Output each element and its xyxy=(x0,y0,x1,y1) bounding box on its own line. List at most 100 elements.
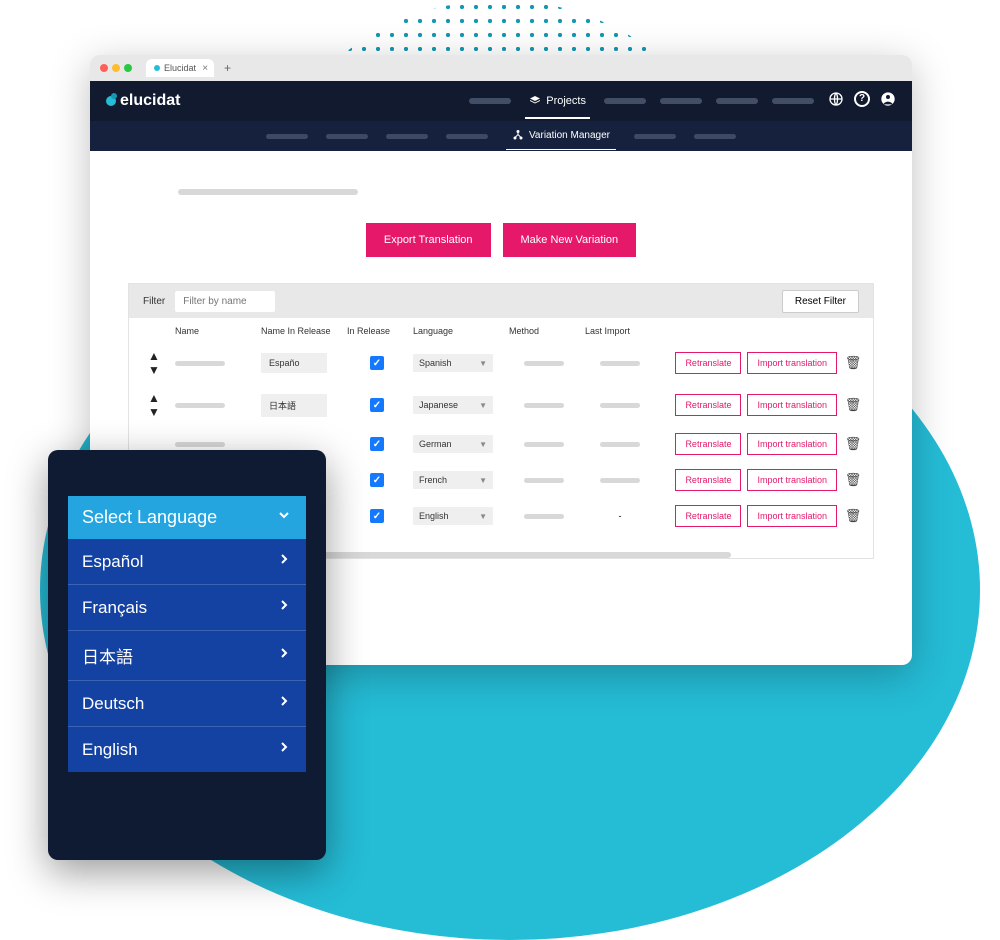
subnav-label: Variation Manager xyxy=(529,130,610,141)
language-option[interactable]: English xyxy=(68,727,306,772)
delete-icon[interactable]: 🗑 xyxy=(843,472,863,488)
chevron-right-icon xyxy=(276,597,292,618)
method-placeholder xyxy=(524,442,564,447)
retranslate-button[interactable]: Retranslate xyxy=(675,394,741,416)
delete-icon[interactable]: 🗑 xyxy=(843,436,863,452)
subnav-item[interactable] xyxy=(386,134,428,139)
nav-projects[interactable]: Projects xyxy=(525,83,590,119)
last-import-placeholder xyxy=(600,478,640,483)
method-placeholder xyxy=(524,403,564,408)
account-icon[interactable] xyxy=(880,91,896,112)
brand-logo[interactable]: elucidat xyxy=(106,92,180,110)
browser-chrome: Elucidat + xyxy=(90,55,912,81)
window-minimize-icon[interactable] xyxy=(112,64,120,72)
col-language: Language xyxy=(413,326,503,336)
export-translation-button[interactable]: Export Translation xyxy=(366,223,491,257)
in-release-checkbox[interactable]: ✓ xyxy=(370,509,384,523)
nav-item[interactable] xyxy=(716,98,758,104)
language-option-label: Español xyxy=(82,552,143,572)
sub-header: Variation Manager xyxy=(90,121,912,151)
import-translation-button[interactable]: Import translation xyxy=(747,469,837,491)
language-option[interactable]: Deutsch xyxy=(68,681,306,727)
sort-handle-icon[interactable]: ▲▼ xyxy=(139,391,169,419)
col-last-import: Last Import xyxy=(585,326,655,336)
nav-item[interactable] xyxy=(604,98,646,104)
help-icon[interactable]: ? xyxy=(854,91,870,107)
language-selector-header[interactable]: Select Language xyxy=(68,496,306,539)
method-placeholder xyxy=(524,478,564,483)
window-close-icon[interactable] xyxy=(100,64,108,72)
name-in-release-value[interactable]: Españo xyxy=(261,353,327,373)
filter-input[interactable] xyxy=(175,291,275,312)
retranslate-button[interactable]: Retranslate xyxy=(675,433,741,455)
in-release-checkbox[interactable]: ✓ xyxy=(370,473,384,487)
retranslate-button[interactable]: Retranslate xyxy=(675,505,741,527)
language-select[interactable]: Spanish▼ xyxy=(413,354,493,372)
table-row: ▲▼ Españo ✓ Spanish▼ Retranslate Import trans… xyxy=(129,342,873,384)
in-release-checkbox[interactable]: ✓ xyxy=(370,356,384,370)
language-select[interactable]: German▼ xyxy=(413,435,493,453)
window-zoom-icon[interactable] xyxy=(124,64,132,72)
sort-handle-icon[interactable]: ▲▼ xyxy=(139,349,169,377)
last-import-placeholder xyxy=(600,442,640,447)
delete-icon[interactable]: 🗑 xyxy=(843,355,863,371)
filter-label: Filter xyxy=(143,296,165,307)
import-translation-button[interactable]: Import translation xyxy=(747,394,837,416)
last-import-placeholder xyxy=(600,361,640,366)
tab-title: Elucidat xyxy=(164,63,196,73)
nav-item[interactable] xyxy=(469,98,511,104)
chevron-right-icon xyxy=(276,645,292,666)
globe-icon[interactable] xyxy=(828,91,844,112)
nav-item[interactable] xyxy=(772,98,814,104)
delete-icon[interactable]: 🗑 xyxy=(843,508,863,524)
import-translation-button[interactable]: Import translation xyxy=(747,505,837,527)
language-option[interactable]: 日本語 xyxy=(68,631,306,681)
import-translation-button[interactable]: Import translation xyxy=(747,352,837,374)
table-row: ▲▼ 日本語 ✓ Japanese▼ Retranslate Import transla… xyxy=(129,384,873,426)
chevron-down-icon: ▼ xyxy=(479,512,487,521)
chevron-down-icon: ▼ xyxy=(479,359,487,368)
method-placeholder xyxy=(524,361,564,366)
language-option[interactable]: Français xyxy=(68,585,306,631)
chevron-right-icon xyxy=(276,693,292,714)
subnav-variation-manager[interactable]: Variation Manager xyxy=(506,123,616,150)
retranslate-button[interactable]: Retranslate xyxy=(675,469,741,491)
chevron-down-icon: ▼ xyxy=(479,476,487,485)
filter-bar: Filter Reset Filter xyxy=(129,284,873,318)
in-release-checkbox[interactable]: ✓ xyxy=(370,398,384,412)
app-header: elucidat Projects ? xyxy=(90,81,912,121)
brand-text: elucidat xyxy=(120,92,180,110)
col-method: Method xyxy=(509,326,579,336)
logo-icon xyxy=(106,96,116,106)
retranslate-button[interactable]: Retranslate xyxy=(675,352,741,374)
browser-tab[interactable]: Elucidat xyxy=(146,59,214,77)
language-selector-label: Select Language xyxy=(82,507,217,528)
subnav-item[interactable] xyxy=(634,134,676,139)
language-option[interactable]: Español xyxy=(68,539,306,585)
language-select[interactable]: English▼ xyxy=(413,507,493,525)
table-header: Name Name In Release In Release Language… xyxy=(129,318,873,342)
nav-item[interactable] xyxy=(660,98,702,104)
favicon-icon xyxy=(154,65,160,71)
chevron-down-icon: ▼ xyxy=(479,401,487,410)
name-in-release-value[interactable]: 日本語 xyxy=(261,394,327,417)
col-in-release: In Release xyxy=(347,326,407,336)
subnav-item[interactable] xyxy=(326,134,368,139)
import-translation-button[interactable]: Import translation xyxy=(747,433,837,455)
subnav-item[interactable] xyxy=(446,134,488,139)
language-option-label: Français xyxy=(82,598,147,618)
name-placeholder xyxy=(175,442,225,447)
delete-icon[interactable]: 🗑 xyxy=(843,397,863,413)
name-placeholder xyxy=(175,361,225,366)
chevron-right-icon xyxy=(276,551,292,572)
language-select[interactable]: Japanese▼ xyxy=(413,396,493,414)
language-option-label: 日本語 xyxy=(82,643,133,668)
new-tab-button[interactable]: + xyxy=(224,61,231,75)
subnav-item[interactable] xyxy=(266,134,308,139)
subnav-item[interactable] xyxy=(694,134,736,139)
make-new-variation-button[interactable]: Make New Variation xyxy=(503,223,637,257)
horizontal-scrollbar[interactable] xyxy=(271,552,731,558)
reset-filter-button[interactable]: Reset Filter xyxy=(782,290,859,313)
language-select[interactable]: French▼ xyxy=(413,471,493,489)
in-release-checkbox[interactable]: ✓ xyxy=(370,437,384,451)
